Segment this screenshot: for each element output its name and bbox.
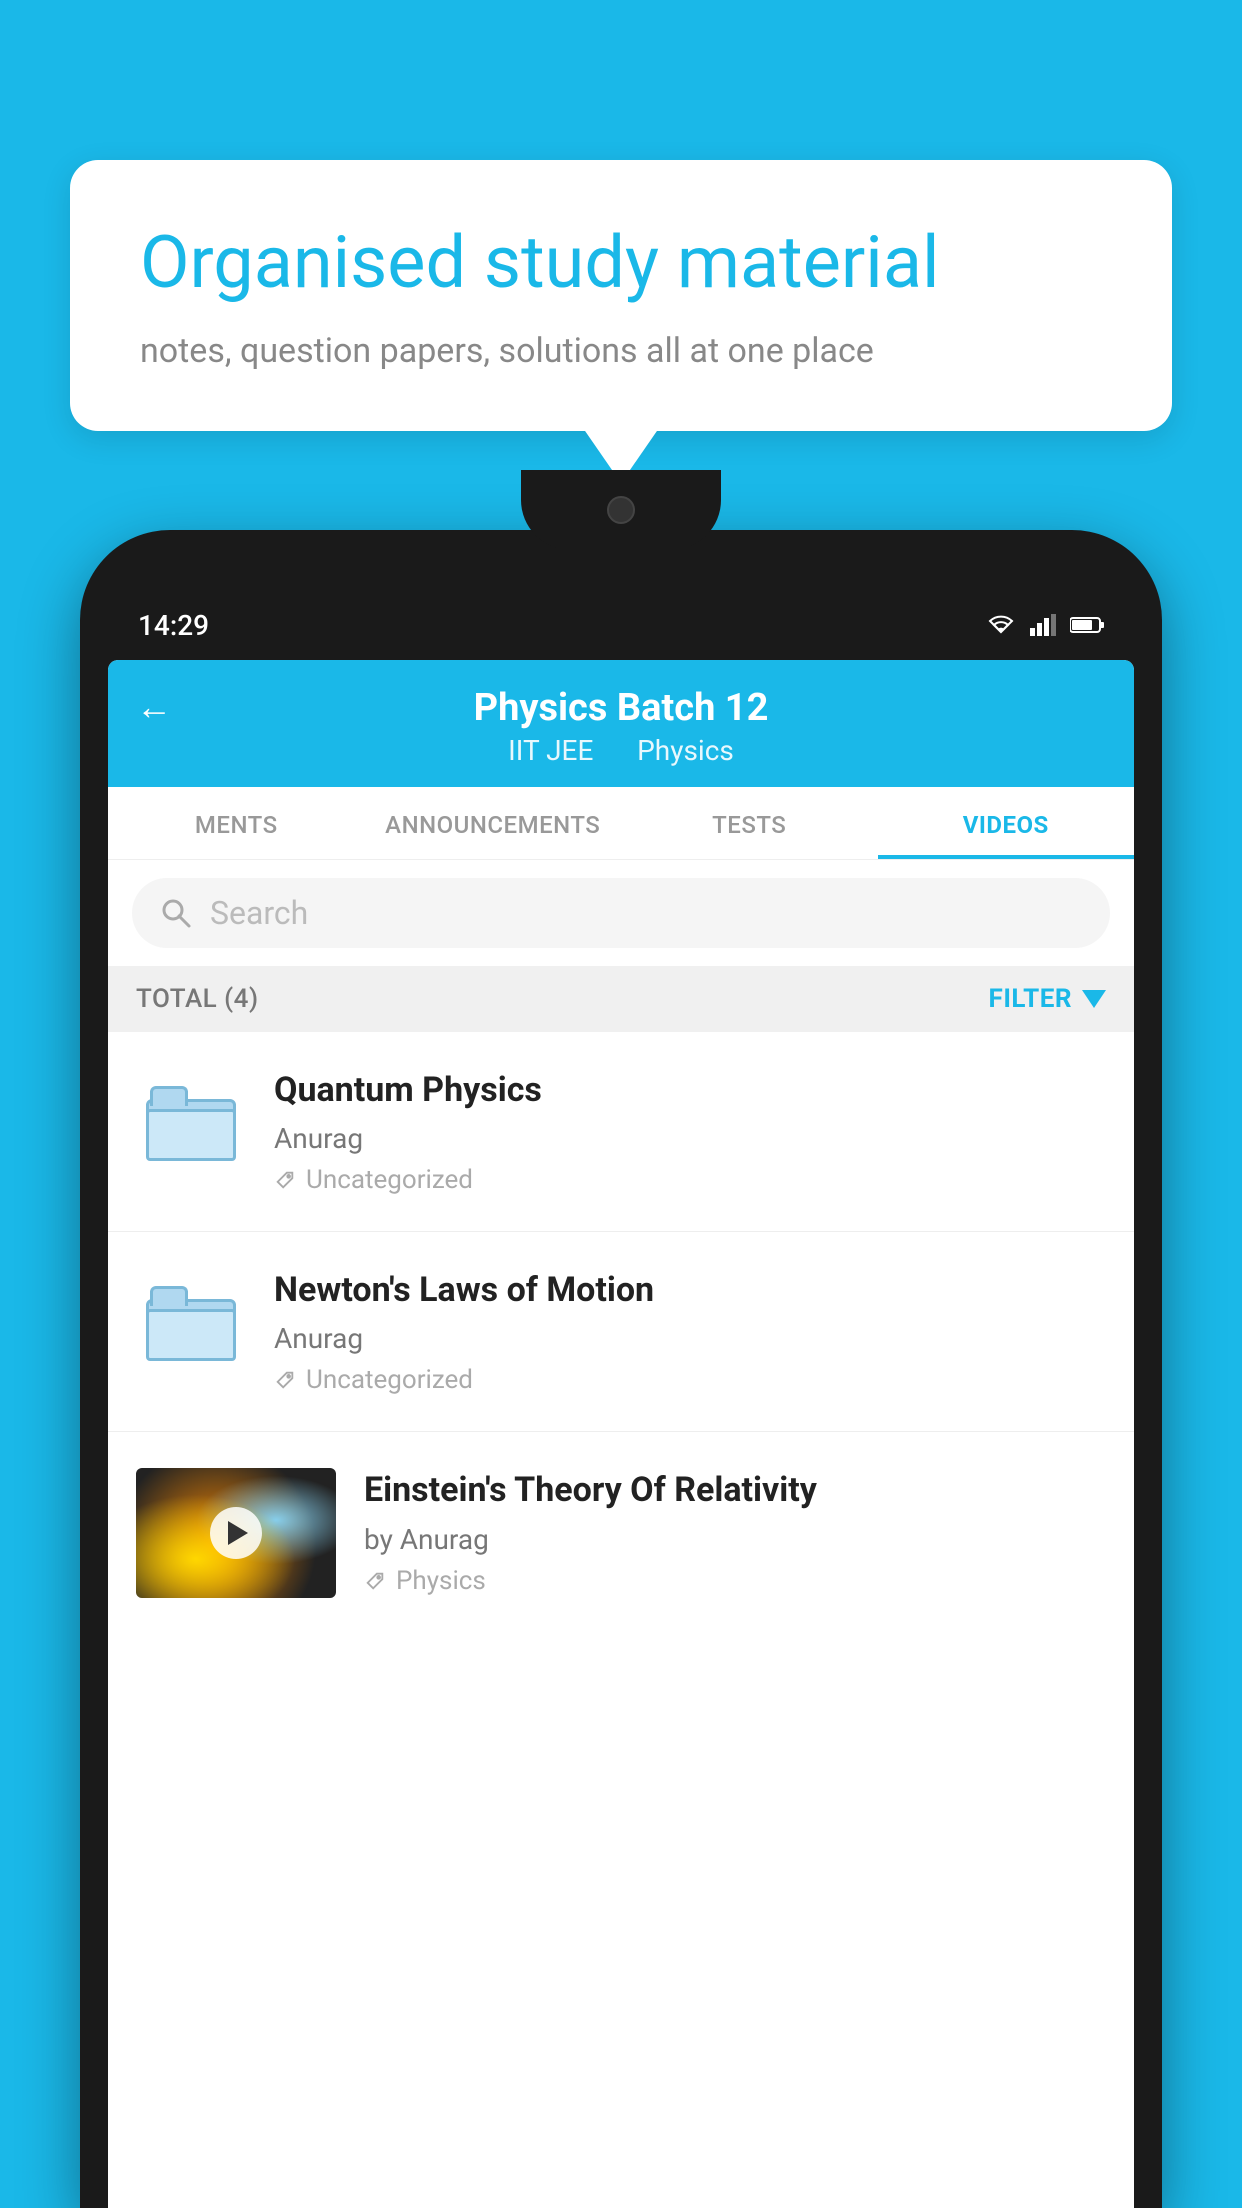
phone-time: 14:29: [138, 609, 209, 642]
tag-label: Physics: [396, 1566, 486, 1596]
phone: 14:29: [80, 530, 1162, 2208]
video-thumbnail: [136, 1468, 336, 1598]
status-bar: 14:29: [108, 590, 1134, 660]
video-info: Einstein's Theory Of Relativity by Anura…: [364, 1468, 1106, 1595]
tag-icon: [274, 1169, 296, 1191]
video-tag: Uncategorized: [274, 1365, 1106, 1395]
video-info: Newton's Laws of Motion Anurag Uncategor…: [274, 1268, 1106, 1395]
filter-icon: [1082, 990, 1106, 1008]
video-title: Newton's Laws of Motion: [274, 1268, 1106, 1312]
signal-icon: [1030, 614, 1056, 636]
list-item[interactable]: Einstein's Theory Of Relativity by Anura…: [108, 1432, 1134, 1598]
video-thumb: [136, 1268, 246, 1378]
search-placeholder: Search: [210, 894, 308, 932]
play-icon: [228, 1521, 248, 1545]
video-tag: Physics: [364, 1566, 1106, 1596]
bubble-title: Organised study material: [140, 220, 1102, 306]
notch: [521, 470, 721, 550]
total-count: TOTAL (4): [136, 984, 259, 1014]
filter-label: FILTER: [989, 984, 1072, 1014]
folder-icon: [146, 1286, 236, 1361]
video-title: Quantum Physics: [274, 1068, 1106, 1112]
list-item[interactable]: Quantum Physics Anurag Uncategorized: [108, 1032, 1134, 1232]
tabs-bar: MENTS ANNOUNCEMENTS TESTS VIDEOS: [108, 787, 1134, 860]
tag-icon: [364, 1570, 386, 1592]
phone-wrapper: 14:29: [80, 530, 1162, 2208]
search-bar[interactable]: Search: [132, 878, 1110, 948]
tab-videos[interactable]: VIDEOS: [878, 787, 1135, 859]
app-header: ← Physics Batch 12 IIT JEE Physics: [108, 660, 1134, 787]
subtitle-iit: IIT JEE: [508, 734, 593, 767]
tag-icon: [274, 1369, 296, 1391]
search-container: Search: [108, 860, 1134, 966]
battery-icon: [1070, 616, 1104, 634]
header-title: Physics Batch 12: [474, 686, 769, 730]
status-icons: [986, 614, 1104, 636]
video-list: Quantum Physics Anurag Uncategorized: [108, 1032, 1134, 1598]
back-button[interactable]: ←: [136, 686, 172, 728]
phone-screen: ← Physics Batch 12 IIT JEE Physics MENTS…: [108, 660, 1134, 2208]
tag-label: Uncategorized: [306, 1365, 473, 1395]
camera: [607, 496, 635, 524]
tag-label: Uncategorized: [306, 1165, 473, 1195]
video-info: Quantum Physics Anurag Uncategorized: [274, 1068, 1106, 1195]
video-tag: Uncategorized: [274, 1165, 1106, 1195]
video-author: Anurag: [274, 1322, 1106, 1355]
speech-bubble: Organised study material notes, question…: [70, 160, 1172, 431]
wifi-icon: [986, 614, 1016, 636]
filter-bar: TOTAL (4) FILTER: [108, 966, 1134, 1032]
folder-icon: [146, 1086, 236, 1161]
filter-button[interactable]: FILTER: [989, 984, 1106, 1014]
subtitle-physics: Physics: [637, 734, 734, 767]
bubble-subtitle: notes, question papers, solutions all at…: [140, 328, 1102, 376]
header-subtitle: IIT JEE Physics: [500, 734, 742, 767]
play-button[interactable]: [210, 1507, 262, 1559]
tab-ments[interactable]: MENTS: [108, 787, 365, 859]
video-title: Einstein's Theory Of Relativity: [364, 1468, 1106, 1512]
video-author: by Anurag: [364, 1523, 1106, 1556]
tab-tests[interactable]: TESTS: [621, 787, 878, 859]
tab-announcements[interactable]: ANNOUNCEMENTS: [365, 787, 622, 859]
list-item[interactable]: Newton's Laws of Motion Anurag Uncategor…: [108, 1232, 1134, 1432]
video-author: Anurag: [274, 1122, 1106, 1155]
search-icon: [160, 897, 192, 929]
video-thumb: [136, 1068, 246, 1178]
